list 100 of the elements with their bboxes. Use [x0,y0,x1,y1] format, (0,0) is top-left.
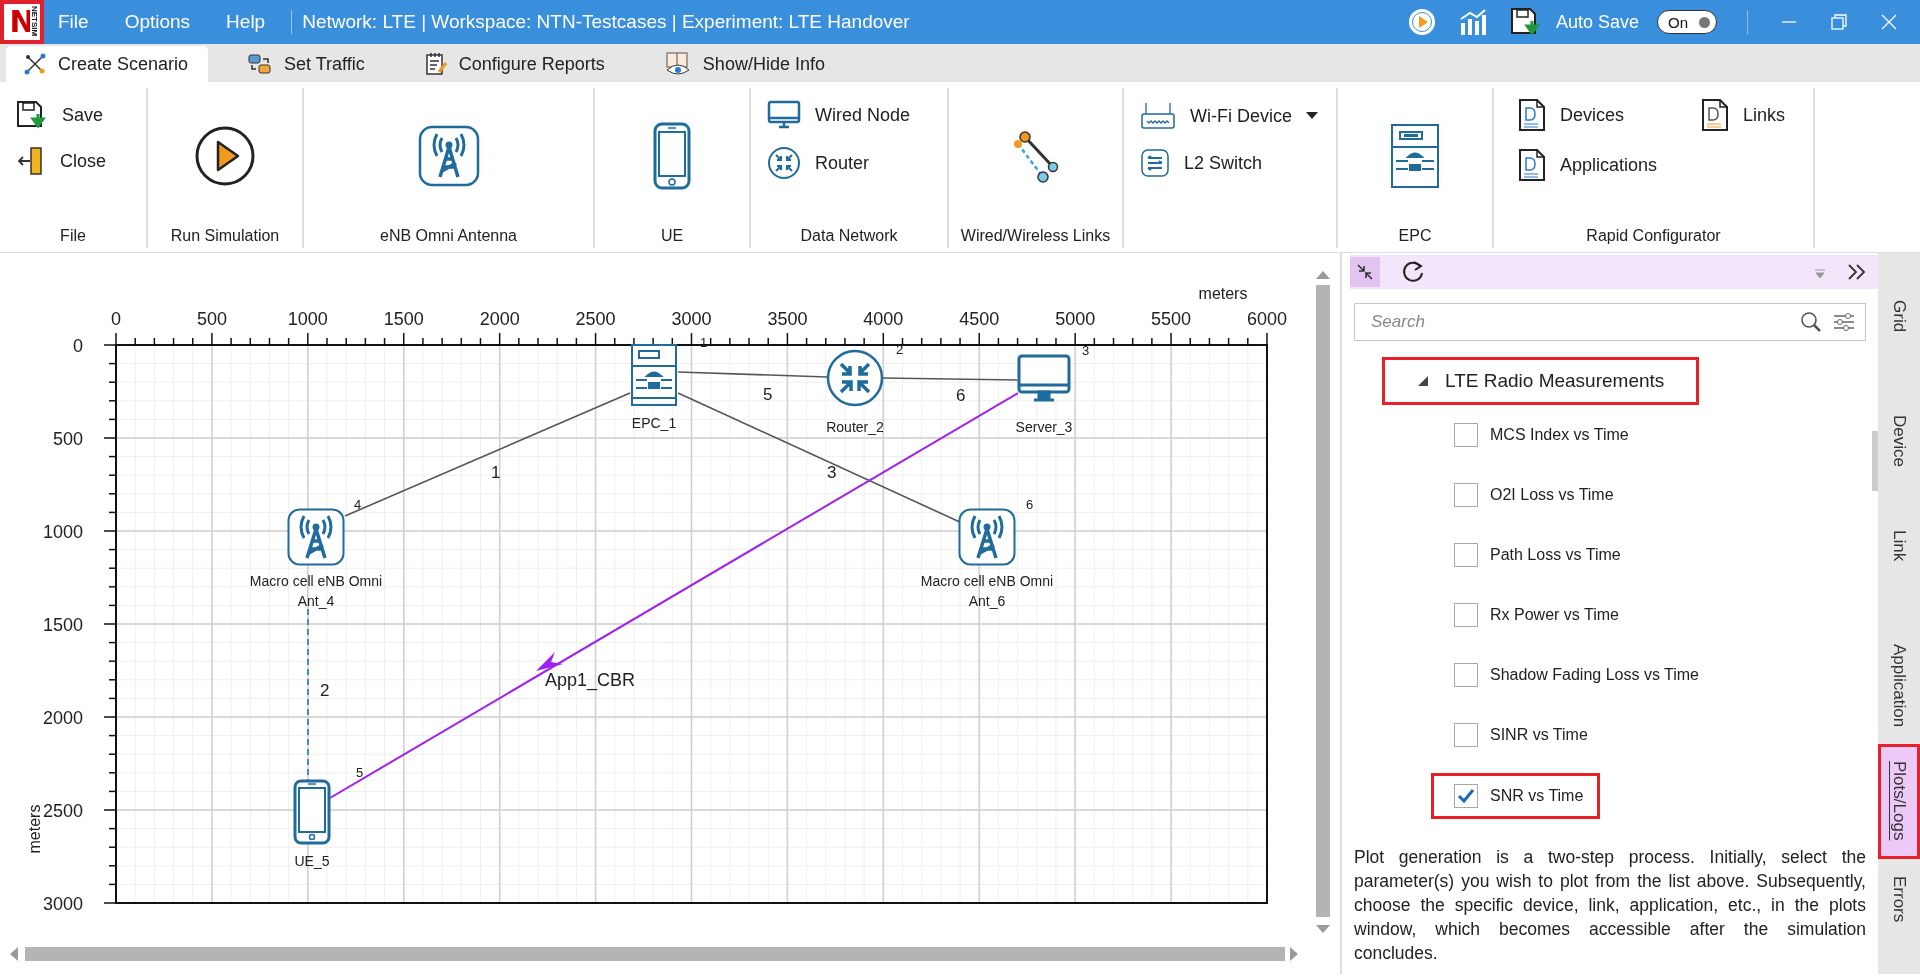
axis-tick-label: 3000 [42,894,83,914]
node-number: 4 [354,497,362,512]
eye-icon [664,52,691,76]
vertical-scrollbar[interactable] [1316,271,1330,933]
axis-tick-label: 500 [52,429,83,449]
checkbox[interactable] [1454,603,1478,627]
side-tab[interactable]: Plots/Logs [1878,744,1920,860]
tree-group[interactable]: LTE Radio Measurements [1382,357,1700,405]
axis-tick-label: 1500 [383,309,424,329]
axis-tick-label: 0 [111,309,121,329]
collapse-icon[interactable] [1350,257,1380,287]
node-label: Router_2 [825,418,885,437]
document-icon [1518,148,1546,182]
side-tab[interactable]: Device [1878,397,1920,513]
checkbox-item[interactable]: O2I Loss vs Time [1431,472,1631,518]
node-label: UE_5 [293,852,331,871]
caret-icon [1306,112,1318,120]
node-label: EPC_1 [630,414,678,433]
ribbon-button[interactable]: L2 Switch [1138,146,1265,180]
server-cabinet-icon[interactable] [631,344,677,406]
node-number: 2 [896,342,904,357]
side-tab[interactable]: Grid [1878,283,1920,398]
ribbon-button[interactable]: Applications [1516,146,1660,184]
axis-tick-label: 1500 [42,615,83,635]
document-icon [1518,98,1546,132]
monitor-icon [767,100,801,130]
link-label: 1 [491,463,501,482]
axis-tick-label: 4000 [863,309,904,329]
ribbon-button[interactable]: Close [14,144,109,178]
application-label: App1_CBR [545,670,636,690]
axis-tick-label: 500 [196,309,227,329]
antenna-tower-icon[interactable] [417,125,480,187]
restore-icon[interactable] [1830,13,1848,31]
checkbox-item[interactable]: SINR vs Time [1431,712,1605,758]
axis-tick-label: 2000 [479,309,520,329]
axis-tick-label: 5500 [1151,309,1192,329]
phone-icon[interactable] [653,122,691,190]
horizontal-scrollbar[interactable] [10,947,1298,961]
phone-icon[interactable] [293,779,331,845]
checkbox[interactable] [1454,423,1478,447]
axis-tick-label: 1000 [287,309,328,329]
group-label: Wired/Wireless Links [959,226,1112,246]
refresh-icon[interactable] [1400,259,1426,285]
expanded-triangle-icon [1417,375,1429,387]
group-label: EPC [1397,226,1433,246]
search-field[interactable]: Search [1354,303,1866,341]
server-cabinet-icon[interactable] [1390,123,1440,189]
document-icon [1701,98,1730,132]
node-number: 6 [1026,497,1034,512]
axis-tick-label: 0 [73,336,83,356]
checkbox[interactable] [1454,483,1478,507]
checkbox[interactable] [1454,784,1478,808]
save-icon[interactable] [1509,7,1542,37]
axis-tick-label: 2000 [42,708,83,728]
play-icon[interactable] [1407,8,1436,36]
ribbon-button[interactable]: Wired Node [765,98,913,132]
checkbox-item[interactable]: Rx Power vs Time [1431,592,1636,638]
play-button-icon[interactable] [194,125,256,187]
ribbon-tab[interactable]: Show/Hide Info [646,46,845,82]
ribbon-tab[interactable]: Set Traffic [230,46,385,82]
link-label: 6 [956,386,966,405]
axis-tick-label: 3500 [767,309,808,329]
wireless-link[interactable] [307,608,309,782]
monitor-icon[interactable] [1017,354,1071,404]
checkbox[interactable] [1454,723,1478,747]
auto-save-toggle[interactable]: On [1657,10,1717,34]
axis-tick-label: 5000 [1055,309,1096,329]
checkbox-item[interactable]: Shadow Fading Loss vs Time [1431,652,1716,698]
checkbox[interactable] [1454,543,1478,567]
checkbox[interactable] [1454,663,1478,687]
axis-tick-label: 2500 [575,309,616,329]
wired-link[interactable] [677,371,828,378]
ribbon-button[interactable]: Links [1699,96,1788,134]
ribbon-button[interactable]: Wi-Fi Device [1138,98,1320,134]
wifi-router-icon [1140,100,1176,132]
checkbox-item[interactable]: MCS Index vs Time [1431,412,1646,458]
traffic-icon [248,53,273,75]
node-label: Macro cell eNB Omni Ant_4 [248,572,384,611]
ribbon-button[interactable]: Devices [1516,96,1660,134]
node-number: 5 [356,765,364,780]
side-tab[interactable]: Link [1878,512,1920,628]
ribbon-button[interactable]: Save [14,98,106,132]
ribbon-button[interactable]: Router [765,144,872,182]
expand-right-icon[interactable] [1846,262,1868,282]
wired-link[interactable] [882,377,1019,381]
antenna-tower-icon[interactable] [287,508,345,566]
side-tab[interactable]: Errors [1878,859,1920,974]
search-icon[interactable] [1800,311,1822,333]
ribbon-tab[interactable]: Create Scenario [6,46,209,82]
help-text: Plot generation is a two-step process. Initially, select the parameter(s) you wish to plot from the list above. Subsequently, choose the specific device, link, application, etc., in the plots window, which becomes accessible after the simulation concludes. [1354,846,1866,965]
scenario-icon [24,53,46,75]
axis-tick-label: 2500 [42,801,83,821]
close-icon[interactable] [1880,13,1898,31]
ribbon-tab[interactable]: Configure Reports [406,46,625,82]
checkbox-item[interactable]: Path Loss vs Time [1431,532,1638,578]
checkbox-item[interactable]: SNR vs Time [1431,773,1601,819]
router-icon[interactable] [826,349,884,407]
antenna-tower-icon[interactable] [958,508,1016,566]
filter-settings-icon[interactable] [1832,311,1856,333]
side-tab[interactable]: Application [1878,627,1920,745]
